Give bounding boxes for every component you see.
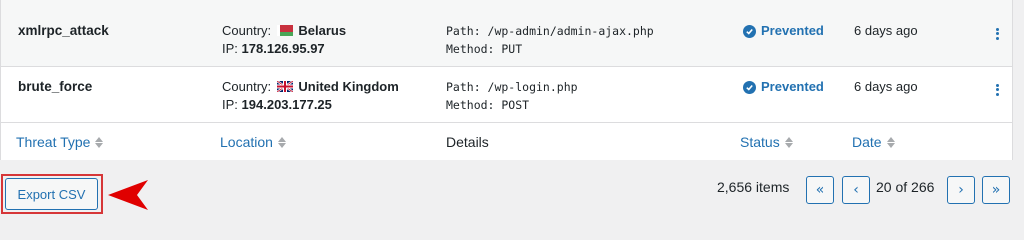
sort-arrows-icon [277, 136, 286, 148]
details-cell: Path: /wp-admin/admin-ajax.php Method: P… [446, 22, 654, 58]
page-indicator: 20 of 266 [876, 179, 935, 195]
table-row: brute_force Country: United Kingdom IP: … [1, 67, 1012, 123]
previous-page-button[interactable]: ‹ [842, 176, 870, 204]
sort-arrows-icon [95, 136, 104, 148]
column-header-location[interactable]: Location [220, 134, 286, 150]
column-header-details: Details [446, 134, 489, 150]
items-count: 2,656 items [717, 179, 790, 195]
vertical-dots-icon[interactable] [994, 26, 1000, 41]
next-page-button[interactable]: › [947, 176, 975, 204]
united-kingdom-flag-icon [276, 81, 293, 92]
status-badge: Prevented [743, 78, 824, 96]
location-cell: Country: United Kingdom IP: 194.203.177.… [222, 78, 399, 114]
date-cell: 6 days ago [854, 23, 918, 38]
column-label: Details [446, 134, 489, 150]
country-name: United Kingdom [298, 79, 399, 94]
date-cell: 6 days ago [854, 79, 918, 94]
status-text: Prevented [761, 79, 824, 94]
check-circle-icon [743, 80, 756, 94]
request-path: Path: /wp-admin/admin-ajax.php [446, 24, 654, 38]
location-cell: Country: Belarus IP: 178.126.95.97 [222, 22, 346, 58]
vertical-dots-icon[interactable] [994, 82, 1000, 97]
first-page-button[interactable]: « [806, 176, 834, 204]
table-footer-header: Threat Type Location Details Status Date [1, 123, 1012, 160]
table-row: xmlrpc_attack Country: Belarus IP: 178.1… [1, 0, 1012, 67]
ip-label: IP: [222, 41, 238, 56]
check-circle-icon [743, 24, 756, 38]
status-text: Prevented [761, 23, 824, 38]
country-name: Belarus [298, 23, 347, 38]
threats-table: xmlrpc_attack Country: Belarus IP: 178.1… [0, 0, 1013, 160]
column-label: Threat Type [16, 134, 91, 150]
ip-address: 178.126.95.97 [241, 41, 325, 56]
column-header-status[interactable]: Status [740, 134, 793, 150]
sort-arrows-icon [784, 136, 793, 148]
threat-type-cell: brute_force [18, 79, 93, 94]
column-header-date[interactable]: Date [852, 134, 895, 150]
ip-address: 194.203.177.25 [241, 97, 332, 112]
ip-label: IP: [222, 97, 238, 112]
red-arrow-icon [108, 180, 148, 210]
last-page-button[interactable]: » [982, 176, 1010, 204]
request-method: Method: PUT [446, 42, 523, 56]
column-label: Location [220, 134, 273, 150]
country-label: Country: [222, 23, 272, 38]
export-csv-button[interactable]: Export CSV [5, 178, 98, 210]
request-method: Method: POST [446, 98, 530, 112]
request-path: Path: /wp-login.php [446, 80, 578, 94]
sort-arrows-icon [886, 136, 895, 148]
country-label: Country: [222, 79, 272, 94]
belarus-flag-icon [276, 25, 293, 36]
details-cell: Path: /wp-login.php Method: POST [446, 78, 578, 114]
column-label: Date [852, 134, 882, 150]
status-badge: Prevented [743, 22, 824, 40]
threat-type-cell: xmlrpc_attack [18, 23, 109, 38]
column-header-threat-type[interactable]: Threat Type [16, 134, 104, 150]
column-label: Status [740, 134, 780, 150]
